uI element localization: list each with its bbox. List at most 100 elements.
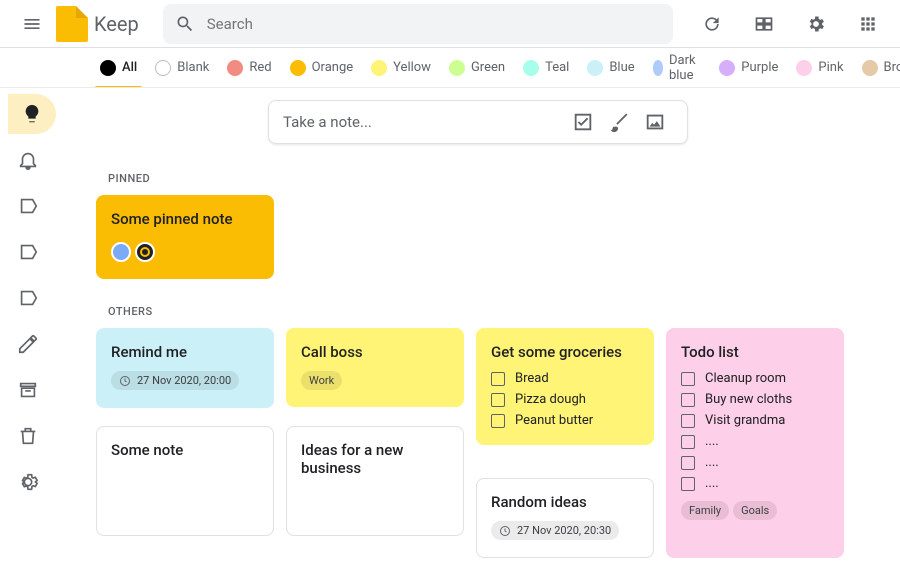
new-image-button[interactable] <box>637 104 673 140</box>
sidebar-edit-labels[interactable] <box>8 324 48 364</box>
note-card[interactable]: Ideas for a new business <box>286 426 464 536</box>
sidebar-trash[interactable] <box>8 416 48 456</box>
sidebar-label-1[interactable] <box>8 186 48 226</box>
checklist-item[interactable]: .... <box>681 476 829 491</box>
apps-button[interactable] <box>848 4 888 44</box>
filter-blank[interactable]: Blank <box>149 56 215 80</box>
checklist-item-text: Peanut butter <box>515 413 593 428</box>
filter-brown[interactable]: Brown <box>856 56 900 80</box>
checklist-item[interactable]: Bread <box>491 371 639 386</box>
checklist-item-text: .... <box>705 455 719 470</box>
refresh-button[interactable] <box>692 4 732 44</box>
image-icon <box>644 111 666 133</box>
avatar[interactable] <box>135 242 155 262</box>
checkbox-icon[interactable] <box>681 435 695 449</box>
color-swatch <box>155 60 171 76</box>
note-title: Ideas for a new business <box>301 441 449 477</box>
sidebar-label-3[interactable] <box>8 278 48 318</box>
avatar[interactable] <box>111 242 131 262</box>
filter-all[interactable]: All <box>94 56 143 80</box>
color-swatch <box>290 60 306 76</box>
filter-dark-blue[interactable]: Dark blue <box>647 49 708 87</box>
checklist-item-text: Pizza dough <box>515 392 586 407</box>
checkbox-icon[interactable] <box>681 393 695 407</box>
sidebar-settings[interactable] <box>8 462 48 502</box>
filter-yellow[interactable]: Yellow <box>365 56 437 80</box>
checklist-item-text: Buy new cloths <box>705 392 792 407</box>
sidebar-label-2[interactable] <box>8 232 48 272</box>
sidebar <box>0 88 56 562</box>
note-checklist: Cleanup room Buy new cloths Visit grandma.… <box>681 371 829 491</box>
checkbox-icon[interactable] <box>681 414 695 428</box>
note-card[interactable]: Some note <box>96 426 274 536</box>
checklist-item[interactable]: Buy new cloths <box>681 392 829 407</box>
refresh-icon <box>702 14 722 34</box>
note-title: Get some groceries <box>491 343 639 361</box>
filter-red[interactable]: Red <box>221 56 277 80</box>
logo[interactable]: Keep <box>56 6 139 42</box>
filter-label: Dark blue <box>669 53 701 83</box>
pinned-notes-grid: Some pinned note <box>96 195 860 299</box>
take-note-placeholder: Take a note... <box>283 113 372 131</box>
checklist-item[interactable]: Visit grandma <box>681 413 829 428</box>
search-input[interactable] <box>207 15 661 33</box>
checkbox-icon[interactable] <box>491 414 505 428</box>
color-swatch <box>653 60 663 76</box>
checkbox-icon[interactable] <box>681 372 695 386</box>
filter-label: Pink <box>818 60 843 75</box>
filter-blue[interactable]: Blue <box>581 56 640 80</box>
label-icon <box>17 195 39 217</box>
checklist-item-text: Visit grandma <box>705 413 785 428</box>
checklist-item-text: .... <box>705 476 719 491</box>
color-swatch <box>719 60 735 76</box>
checkbox-icon[interactable] <box>681 456 695 470</box>
others-section-label: Others <box>108 305 860 318</box>
note-card[interactable]: Todo listCleanup roomBuy new clothsVisit… <box>666 328 844 558</box>
note-card[interactable]: Call bossWork <box>286 328 464 407</box>
checkbox-icon[interactable] <box>491 393 505 407</box>
main-content: Take a note... Pinned Some pinned note O… <box>56 88 900 562</box>
checkbox-icon <box>572 111 594 133</box>
search-bar[interactable] <box>163 4 673 44</box>
app-name: Keep <box>94 12 139 36</box>
filter-label: Blue <box>609 60 634 75</box>
label-chip[interactable]: Family <box>681 501 729 520</box>
note-card[interactable]: Some pinned note <box>96 195 274 279</box>
new-drawing-button[interactable] <box>601 104 637 140</box>
clock-icon <box>119 375 131 387</box>
sidebar-reminders[interactable] <box>8 140 48 180</box>
filter-purple[interactable]: Purple <box>713 56 784 80</box>
new-list-button[interactable] <box>565 104 601 140</box>
sidebar-archive[interactable] <box>8 370 48 410</box>
filter-label: Orange <box>312 60 354 75</box>
checklist-item[interactable]: Cleanup room <box>681 371 829 386</box>
color-swatch <box>449 60 465 76</box>
note-card[interactable]: Remind me27 Nov 2020, 20:00 <box>96 328 274 408</box>
note-card[interactable]: Random ideas27 Nov 2020, 20:30 <box>476 478 654 558</box>
label-chip[interactable]: Goals <box>733 501 777 520</box>
settings-button[interactable] <box>796 4 836 44</box>
checkbox-icon[interactable] <box>491 372 505 386</box>
filter-label: Yellow <box>393 60 431 75</box>
main-menu-button[interactable] <box>12 4 52 44</box>
filter-teal[interactable]: Teal <box>517 56 575 80</box>
reminder-chip[interactable]: 27 Nov 2020, 20:30 <box>491 521 619 540</box>
checklist-item[interactable]: .... <box>681 455 829 470</box>
filter-green[interactable]: Green <box>443 56 511 80</box>
filter-label: Teal <box>545 60 569 75</box>
pinned-section-label: Pinned <box>108 172 860 185</box>
note-card[interactable]: Get some groceries Bread Pizza dough Peanut… <box>476 328 654 445</box>
list-view-button[interactable] <box>744 4 784 44</box>
reminder-chip[interactable]: 27 Nov 2020, 20:00 <box>111 371 239 390</box>
checklist-item[interactable]: Peanut butter <box>491 413 639 428</box>
checklist-item[interactable]: .... <box>681 434 829 449</box>
checklist-item[interactable]: Pizza dough <box>491 392 639 407</box>
filter-pink[interactable]: Pink <box>790 56 849 80</box>
filter-orange[interactable]: Orange <box>284 56 360 80</box>
checkbox-icon[interactable] <box>681 477 695 491</box>
take-note-bar[interactable]: Take a note... <box>268 100 688 144</box>
bell-icon <box>17 149 39 171</box>
filter-label: Purple <box>741 60 778 75</box>
sidebar-notes[interactable] <box>8 94 56 134</box>
label-chip[interactable]: Work <box>301 371 342 390</box>
